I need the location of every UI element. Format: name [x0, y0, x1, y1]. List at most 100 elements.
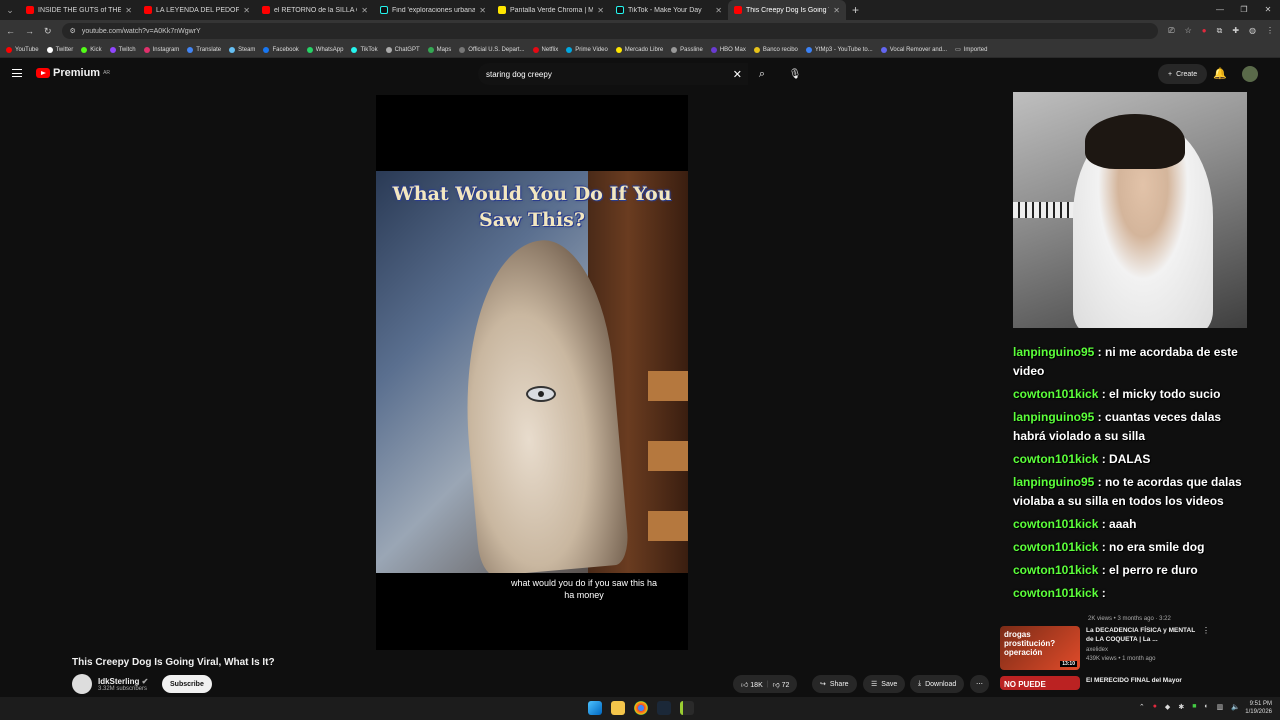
recommendation-menu-icon[interactable]: ⋮ — [1202, 626, 1210, 670]
tray-app-icon[interactable]: ◐ — [1204, 703, 1208, 711]
bookmark-star-icon[interactable]: ☆ — [1185, 26, 1192, 36]
bookmark-item[interactable]: HBO Max — [710, 46, 746, 53]
bookmark-item[interactable]: WhatsApp — [306, 46, 343, 53]
like-button[interactable]: 👍︎ 18K — [741, 680, 763, 689]
close-window-icon[interactable]: ✕ — [1256, 0, 1280, 20]
bookmark-item[interactable]: Instagram — [143, 46, 179, 53]
site-info-icon[interactable]: ⚙ — [70, 27, 76, 35]
windows-start-icon[interactable] — [588, 701, 602, 715]
tab-search-icon[interactable]: ⌄ — [0, 5, 20, 16]
minimize-icon[interactable]: — — [1208, 0, 1232, 20]
file-explorer-icon[interactable] — [611, 701, 625, 715]
install-app-icon[interactable]: ⎚ — [1168, 26, 1174, 36]
bookmark-item[interactable]: Vocal Remover and... — [880, 46, 947, 53]
search-button[interactable]: ⌕ — [748, 63, 776, 85]
dislike-button[interactable]: 👎︎ 72 — [773, 680, 790, 689]
more-icon: ⋯ — [976, 681, 983, 688]
bookmark-item[interactable]: Translate — [187, 46, 221, 53]
bookmark-item[interactable]: YouTube — [6, 46, 39, 53]
chrome-icon[interactable] — [634, 701, 648, 715]
bookmark-item[interactable]: ChatGPT — [385, 46, 420, 53]
share-button[interactable]: ↪ Share — [812, 675, 857, 693]
download-button[interactable]: ⤓ Download — [910, 675, 965, 693]
bookmark-item[interactable]: Facebook — [263, 46, 299, 53]
video-step — [648, 371, 688, 401]
profile-icon[interactable]: ◍ — [1249, 26, 1256, 36]
forward-icon[interactable]: → — [25, 26, 34, 36]
recommendation-item[interactable]: drogas prostitución? operación 13:10 La D… — [1000, 626, 1210, 670]
url-input[interactable]: ⚙ youtube.com/watch?v=A0Kk7nWgwrY — [61, 23, 1159, 39]
voice-search-button[interactable]: 🎙 — [784, 63, 806, 85]
extension-icon[interactable]: ⧉ — [1217, 26, 1223, 36]
browser-tab[interactable]: TikTok - Make Your Day ✕ — [610, 0, 728, 20]
bookmark-folder[interactable]: ▭ Imported — [955, 46, 987, 54]
chat-separator: : — [1098, 517, 1110, 531]
bookmark-item[interactable]: Prime Video — [566, 46, 608, 53]
subscribe-button[interactable]: Subscribe — [162, 675, 212, 693]
account-avatar[interactable] — [1242, 66, 1258, 82]
browser-tab[interactable]: INSIDE THE GUTS of THE CRAZ✕ — [20, 0, 138, 20]
close-tab-icon[interactable]: ✕ — [715, 6, 722, 15]
channel-avatar[interactable] — [72, 674, 92, 694]
close-tab-icon[interactable]: ✕ — [833, 6, 840, 15]
browser-tab[interactable]: Find 'exploraciones urbanas' o✕ — [374, 0, 492, 20]
extensions-puzzle-icon[interactable]: ✚ — [1232, 26, 1239, 36]
tray-app-icon[interactable]: ◆ — [1165, 703, 1170, 711]
tray-chevron-icon[interactable]: ⌃ — [1139, 703, 1145, 711]
close-tab-icon[interactable]: ✕ — [125, 6, 132, 15]
bookmark-item[interactable]: Netflix — [532, 46, 558, 53]
chat-text: no era smile dog — [1109, 540, 1205, 554]
browser-tab-active[interactable]: This Creepy Dog Is Going Viral✕ — [728, 0, 846, 20]
bookmark-item[interactable]: Passline — [671, 46, 703, 53]
bluetooth-icon[interactable]: ✱ — [1178, 703, 1184, 711]
steam-icon[interactable] — [657, 701, 671, 715]
bookmark-item[interactable]: Kick — [81, 46, 102, 53]
chat-separator: : — [1094, 410, 1106, 424]
bookmark-item[interactable]: TikTok — [351, 46, 378, 53]
close-tab-icon[interactable]: ✕ — [479, 6, 486, 15]
video-player[interactable]: What Would You Do If You Saw This? what … — [376, 95, 688, 650]
channel-name[interactable]: IdkSterling ✔ — [98, 677, 148, 686]
bookmark-item[interactable]: Banco recibo — [753, 46, 798, 53]
close-tab-icon[interactable]: ✕ — [597, 6, 604, 15]
create-button[interactable]: + Create — [1158, 64, 1208, 84]
close-tab-icon[interactable]: ✕ — [361, 6, 368, 15]
menu-icon[interactable] — [12, 69, 22, 77]
system-clock[interactable]: 9:51 PM 1/19/2026 — [1245, 700, 1272, 716]
save-button[interactable]: ☰ Save — [863, 675, 906, 693]
more-actions-button[interactable]: ⋯ — [970, 675, 989, 693]
browser-tab[interactable]: Pantalla Verde Chroma | Merca✕ — [492, 0, 610, 20]
recommendation-thumbnail[interactable]: NO PUEDE — [1000, 676, 1080, 690]
browser-tab[interactable]: el RETORNO de la SILLA GAME✕ — [256, 0, 374, 20]
tiktok-icon — [616, 6, 624, 14]
bookmark-item[interactable]: Maps — [427, 46, 451, 53]
youtube-logo[interactable]: Premium AR — [36, 67, 110, 79]
chat-username: cowton101kick — [1013, 452, 1099, 466]
tray-app-icon[interactable]: ● — [1153, 703, 1157, 711]
recommendation-item[interactable]: NO PUEDE El MERECIDO FINAL del Mayor — [1000, 676, 1210, 690]
bookmark-item[interactable]: Official U.S. Depart... — [459, 46, 525, 53]
recommendation-thumbnail[interactable]: drogas prostitución? operación 13:10 — [1000, 626, 1080, 670]
close-tab-icon[interactable]: ✕ — [243, 6, 250, 15]
search-input[interactable]: staring dog creepy ✕ — [478, 63, 748, 85]
new-tab-button[interactable]: + — [852, 3, 859, 17]
bookmark-item[interactable]: Twitch — [109, 46, 136, 53]
bookmark-item[interactable]: Mercado Libre — [615, 46, 663, 53]
tray-app-icon[interactable]: ■ — [1192, 703, 1196, 711]
volume-icon[interactable]: 🔈 — [1231, 703, 1240, 711]
network-icon[interactable]: ▥ — [1217, 703, 1224, 711]
maximize-icon[interactable]: ❐ — [1232, 0, 1256, 20]
back-icon[interactable]: ← — [6, 26, 15, 36]
youtube-header: Premium AR staring dog creepy ✕ ⌕ 🎙 + Cre… — [0, 58, 1280, 90]
reload-icon[interactable]: ↻ — [44, 26, 52, 37]
notifications-icon[interactable]: 🔔 — [1213, 67, 1227, 80]
browser-menu-icon[interactable]: ⋮ — [1266, 26, 1274, 36]
clear-search-icon[interactable]: ✕ — [733, 68, 742, 81]
app-icon[interactable] — [680, 701, 694, 715]
extension-record-icon[interactable]: ● — [1202, 26, 1207, 36]
bookmark-item[interactable]: YtMp3 - YouTube to... — [805, 46, 873, 53]
browser-tab[interactable]: LA LEYENDA DEL PEDOFILO DE✕ — [138, 0, 256, 20]
bookmark-item[interactable]: Steam — [229, 46, 255, 53]
chat-separator: : — [1098, 540, 1110, 554]
bookmark-item[interactable]: Twitter — [46, 46, 73, 53]
